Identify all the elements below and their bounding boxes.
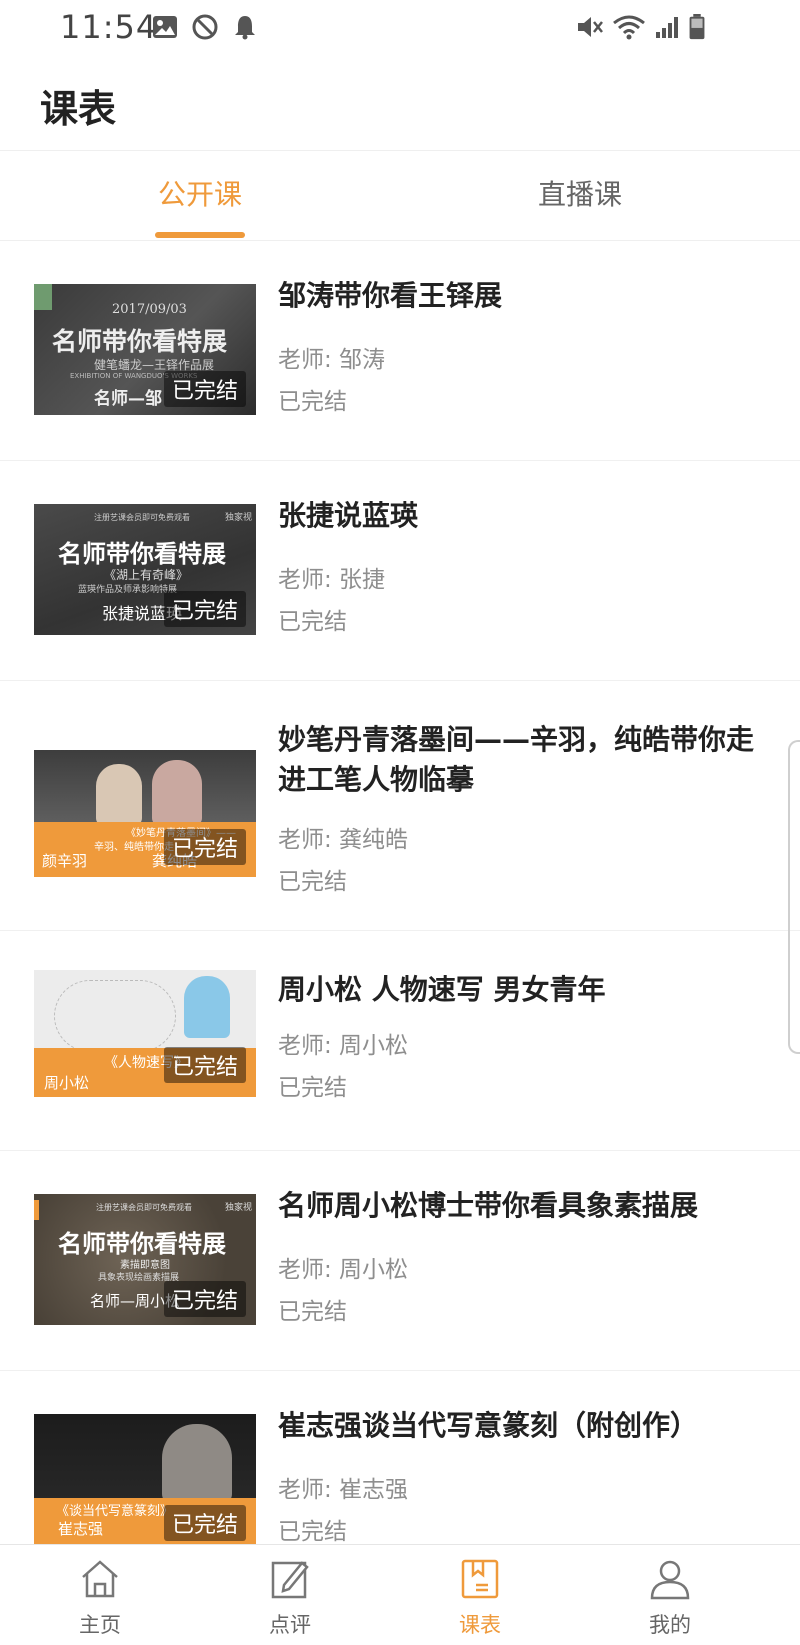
edit-icon bbox=[271, 1561, 309, 1599]
status-badge: 已完结 bbox=[163, 1505, 246, 1541]
course-title: 张捷说蓝瑛 bbox=[278, 499, 419, 532]
nav-label: 点评 bbox=[269, 1613, 311, 1637]
thumb-subtitle: 素描即意图 bbox=[120, 1260, 170, 1271]
course-title: 妙笔丹青落墨间——辛羽，纯皓带你走进工笔人物临摹 bbox=[278, 723, 755, 796]
course-item[interactable]: 《人物速写》 周小松 已完结 周小松 人物速写 男女青年 老师: 周小松 已完结 bbox=[0, 930, 800, 1151]
thumb-name: 周小松 bbox=[44, 1074, 90, 1092]
status-badge: 已完结 bbox=[163, 829, 246, 865]
thumb-headline: 名师带你看特展 bbox=[58, 540, 226, 568]
nfc-off-icon bbox=[192, 14, 218, 40]
thumb-caption: 注册艺课会员即可免费观看 bbox=[96, 1203, 192, 1212]
status-time: 11:54 bbox=[60, 8, 158, 46]
course-thumbnail: 注册艺课会员即可免费观看 独家视 名师带你看特展 《湖上有奇峰》 蓝瑛作品及师承… bbox=[34, 504, 256, 635]
wifi-icon bbox=[613, 15, 645, 40]
course-item[interactable]: 《妙笔丹青落墨间》—— 辛羽、纯皓带你走 颜辛羽 龚纯皓 已完结 妙笔丹青落墨间… bbox=[0, 680, 800, 931]
course-teacher: 老师: 周小松 bbox=[278, 1033, 409, 1059]
status-badge: 已完结 bbox=[163, 371, 246, 407]
course-status: 已完结 bbox=[278, 1299, 347, 1325]
bookmark-icon bbox=[461, 1559, 499, 1599]
course-status: 已完结 bbox=[278, 869, 347, 895]
course-title: 崔志强谈当代写意篆刻（附创作） bbox=[278, 1409, 699, 1442]
course-teacher: 老师: 龚纯皓 bbox=[278, 827, 409, 853]
signal-icon bbox=[656, 17, 678, 38]
thumb-subtitle-2: 蓝瑛作品及师承影响特展 bbox=[78, 585, 178, 595]
thumb-name-1: 颜辛羽 bbox=[42, 852, 88, 870]
status-badge: 已完结 bbox=[163, 1047, 246, 1083]
thumb-caption: 注册艺课会员即可免费观看 bbox=[94, 513, 190, 522]
thumb-footer: 名师—邹 bbox=[94, 389, 162, 409]
thumb-portrait bbox=[162, 1424, 232, 1504]
thumb-headline: 名师带你看特展 bbox=[58, 1230, 226, 1258]
course-thumbnail: 《妙笔丹青落墨间》—— 辛羽、纯皓带你走 颜辛羽 龚纯皓 已完结 bbox=[34, 750, 256, 877]
thumb-sketch bbox=[54, 980, 176, 1052]
nav-review[interactable]: 点评 bbox=[190, 1545, 390, 1645]
thumb-person bbox=[184, 976, 230, 1038]
course-teacher: 老师: 张捷 bbox=[278, 567, 386, 593]
thumb-figure-left bbox=[96, 764, 142, 826]
person-icon bbox=[650, 1560, 690, 1600]
thumb-tag: 独家视 bbox=[224, 1203, 252, 1213]
nav-label: 课表 bbox=[459, 1613, 501, 1637]
tab-bar: 公开课 直播课 bbox=[0, 150, 800, 241]
nav-label: 主页 bbox=[79, 1613, 121, 1637]
home-icon bbox=[82, 1560, 118, 1598]
course-status: 已完结 bbox=[278, 389, 347, 415]
nav-label: 我的 bbox=[649, 1613, 691, 1637]
bottom-nav: 主页 点评 课表 我的 bbox=[0, 1544, 800, 1645]
thumb-line-1: 《谈当代写意篆刻》 bbox=[56, 1504, 174, 1519]
page-title: 课表 bbox=[40, 87, 117, 131]
course-status: 已完结 bbox=[278, 609, 347, 635]
course-item[interactable]: 2017/09/03 名师带你看特展 健笔蟠龙—王铎作品展 EXHIBITION… bbox=[0, 240, 800, 461]
thumb-tag: 独家视 bbox=[224, 513, 252, 523]
thumb-subtitle: 《湖上有奇峰》 bbox=[104, 568, 189, 582]
nav-schedule[interactable]: 课表 bbox=[380, 1545, 580, 1645]
course-thumbnail: 《谈当代写意篆刻》 崔志强 已完结 bbox=[34, 1414, 256, 1545]
tab-live-courses[interactable]: 直播课 bbox=[380, 150, 780, 240]
course-status: 已完结 bbox=[278, 1519, 347, 1545]
course-thumbnail: 《人物速写》 周小松 已完结 bbox=[34, 970, 256, 1097]
course-title: 周小松 人物速写 男女青年 bbox=[278, 973, 606, 1006]
course-status: 已完结 bbox=[278, 1075, 347, 1101]
tab-active-indicator bbox=[155, 232, 245, 238]
nav-profile[interactable]: 我的 bbox=[570, 1545, 770, 1645]
course-thumbnail: 2017/09/03 名师带你看特展 健笔蟠龙—王铎作品展 EXHIBITION… bbox=[34, 284, 256, 415]
page-header: 课表 bbox=[0, 56, 800, 151]
course-thumbnail: 注册艺课会员即可免费观看 独家视 名师带你看特展 素描即意图 具象表现绘画素描展… bbox=[34, 1194, 256, 1325]
course-title: 名师周小松博士带你看具象素描展 bbox=[278, 1189, 699, 1222]
bell-icon bbox=[235, 16, 255, 40]
image-icon bbox=[153, 16, 177, 38]
course-teacher: 老师: 周小松 bbox=[278, 1257, 409, 1283]
thumb-headline: 名师带你看特展 bbox=[52, 327, 228, 356]
course-teacher: 老师: 崔志强 bbox=[278, 1477, 409, 1503]
nav-home[interactable]: 主页 bbox=[0, 1545, 200, 1645]
status-bar: 11:54 bbox=[0, 0, 800, 56]
thumb-date: 2017/09/03 bbox=[112, 302, 187, 317]
mute-icon bbox=[578, 17, 603, 37]
course-item[interactable]: 注册艺课会员即可免费观看 独家视 名师带你看特展 《湖上有奇峰》 蓝瑛作品及师承… bbox=[0, 460, 800, 681]
course-item[interactable]: 注册艺课会员即可免费观看 独家视 名师带你看特展 素描即意图 具象表现绘画素描展… bbox=[0, 1150, 800, 1371]
scroll-indicator[interactable] bbox=[788, 740, 800, 1054]
thumb-name: 崔志强 bbox=[58, 1520, 104, 1538]
course-teacher: 老师: 邹涛 bbox=[278, 347, 386, 373]
thumb-accent bbox=[34, 1200, 39, 1220]
battery-icon bbox=[689, 14, 705, 40]
course-title: 邹涛带你看王铎展 bbox=[278, 279, 503, 312]
thumb-figure-right bbox=[152, 760, 202, 826]
status-badge: 已完结 bbox=[163, 1281, 246, 1317]
status-badge: 已完结 bbox=[163, 591, 246, 627]
tab-public-courses[interactable]: 公开课 bbox=[0, 150, 400, 240]
